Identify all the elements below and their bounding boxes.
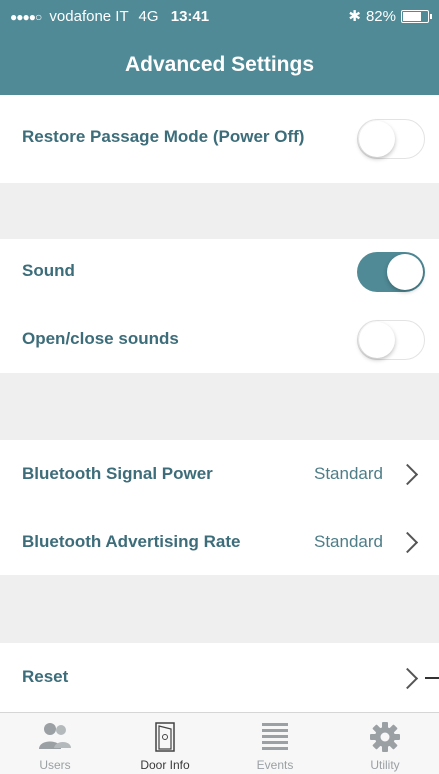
section-separator bbox=[0, 373, 439, 440]
network-type: 4G bbox=[138, 8, 159, 25]
users-icon bbox=[39, 723, 71, 749]
sound-toggle[interactable] bbox=[357, 252, 425, 292]
chevron-right-icon bbox=[396, 531, 419, 554]
tab-door-info-label: Door Info bbox=[140, 758, 190, 772]
toggle-knob bbox=[359, 121, 395, 157]
tab-door-info[interactable]: Door Info bbox=[110, 713, 220, 774]
tab-events[interactable]: Events bbox=[220, 713, 330, 774]
app-header: ●●●●○ vodafone IT 4G 13:41 ✱ 82% Advance… bbox=[0, 0, 439, 95]
open-close-sounds-toggle[interactable] bbox=[357, 320, 425, 360]
restore-passage-toggle[interactable] bbox=[357, 119, 425, 159]
tab-events-label: Events bbox=[256, 758, 294, 772]
bt-signal-power-label: Bluetooth Signal Power bbox=[22, 464, 213, 483]
section-separator bbox=[0, 575, 439, 643]
events-list-icon bbox=[262, 723, 288, 750]
setting-row-open-close-sounds: Open/close sounds bbox=[0, 307, 439, 373]
tab-utility[interactable]: Utility bbox=[330, 713, 439, 774]
chevron-right-icon bbox=[396, 667, 419, 690]
battery-percent: 82% bbox=[365, 7, 396, 25]
status-time: 13:41 bbox=[170, 8, 210, 25]
tab-users[interactable]: Users bbox=[0, 713, 110, 774]
tab-utility-label: Utility bbox=[370, 758, 400, 772]
reset-label: Reset bbox=[22, 667, 69, 686]
carrier-name: vodafone IT bbox=[49, 8, 129, 25]
page-title: Advanced Settings bbox=[124, 53, 315, 76]
restore-passage-label: Restore Passage Mode (Power Off) bbox=[22, 127, 305, 146]
status-bar: ●●●●○ vodafone IT 4G 13:41 ✱ 82% bbox=[0, 0, 439, 30]
toggle-knob bbox=[387, 254, 423, 290]
status-right: ✱ 82% bbox=[348, 7, 432, 25]
bt-advertising-rate-label: Bluetooth Advertising Rate bbox=[22, 532, 241, 551]
battery-icon bbox=[401, 9, 432, 23]
bt-signal-power-value: Standard bbox=[314, 464, 383, 483]
open-close-sounds-label: Open/close sounds bbox=[22, 329, 179, 348]
tab-users-label: Users bbox=[39, 758, 71, 772]
chevron-right-icon bbox=[396, 463, 419, 486]
door-icon bbox=[155, 722, 175, 752]
toggle-knob bbox=[359, 322, 395, 358]
bt-advertising-rate-value: Standard bbox=[314, 532, 383, 551]
divider-mark bbox=[425, 677, 439, 679]
status-left: ●●●●○ vodafone IT 4G 13:41 bbox=[10, 8, 209, 25]
setting-row-bt-advertising-rate[interactable]: Bluetooth Advertising Rate Standard bbox=[0, 508, 439, 575]
section-separator bbox=[0, 183, 439, 239]
sound-label: Sound bbox=[22, 261, 75, 280]
tab-bar: Users Door Info Events Utility bbox=[0, 712, 439, 774]
setting-row-restore-passage: Restore Passage Mode (Power Off) bbox=[0, 95, 439, 183]
setting-row-sound: Sound bbox=[0, 239, 439, 307]
signal-strength-icon: ●●●●○ bbox=[10, 10, 42, 24]
setting-row-reset[interactable]: Reset bbox=[0, 643, 439, 712]
battery-fill bbox=[403, 11, 421, 21]
gear-icon bbox=[370, 722, 400, 752]
setting-row-bt-signal-power[interactable]: Bluetooth Signal Power Standard bbox=[0, 440, 439, 508]
bluetooth-icon: ✱ bbox=[348, 8, 361, 25]
